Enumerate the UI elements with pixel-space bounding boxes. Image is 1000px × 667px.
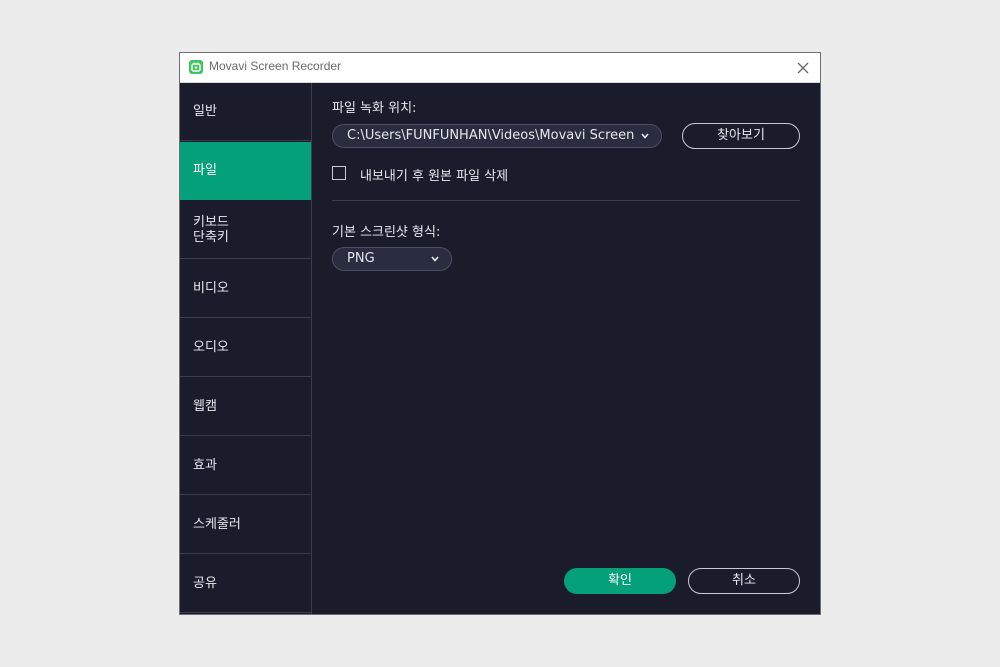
settings-window: Movavi Screen Recorder 일반 파일 키보드 단축키 비디오…: [179, 52, 821, 615]
save-location-label: 파일 녹화 위치:: [332, 101, 417, 116]
sidebar-item-video[interactable]: 비디오: [180, 260, 311, 318]
sidebar-item-label: 파일: [193, 163, 217, 178]
sidebar-item-audio[interactable]: 오디오: [180, 319, 311, 377]
sidebar-item-label: 일반: [193, 104, 217, 119]
section-divider: [332, 200, 800, 201]
settings-sidebar: 일반 파일 키보드 단축키 비디오 오디오 웹캠 효과 스케줄러 공유: [180, 83, 312, 614]
file-settings-panel: 파일 녹화 위치: C:\Users\FUNFUNHAN\Videos\Mova…: [312, 83, 820, 614]
save-location-dropdown[interactable]: C:\Users\FUNFUNHAN\Videos\Movavi Screen …: [332, 124, 662, 148]
sidebar-item-label: 오디오: [193, 340, 229, 355]
app-icon: [189, 60, 203, 74]
close-icon: [797, 62, 809, 74]
sidebar-item-label: 웹캠: [193, 399, 217, 414]
browse-button[interactable]: 찾아보기: [682, 123, 800, 149]
close-button[interactable]: [792, 57, 814, 79]
chevron-down-icon: [431, 256, 439, 262]
sidebar-item-general[interactable]: 일반: [180, 83, 311, 141]
sidebar-item-label: 키보드 단축키: [193, 214, 229, 245]
ok-button[interactable]: 확인: [564, 568, 676, 594]
chevron-down-icon: [641, 133, 649, 139]
sidebar-item-label: 공유: [193, 576, 217, 591]
sidebar-item-effects[interactable]: 효과: [180, 437, 311, 495]
sidebar-item-label: 효과: [193, 458, 217, 473]
window-title: Movavi Screen Recorder: [209, 59, 342, 73]
cancel-button[interactable]: 취소: [688, 568, 800, 594]
sidebar-item-file[interactable]: 파일: [180, 142, 311, 200]
delete-after-export-checkbox[interactable]: [332, 166, 346, 180]
sidebar-item-scheduler[interactable]: 스케줄러: [180, 496, 311, 554]
sidebar-item-label: 스케줄러: [193, 517, 241, 532]
delete-after-export-label: 내보내기 후 원본 파일 삭제: [360, 169, 509, 184]
title-bar: Movavi Screen Recorder: [180, 53, 820, 83]
sidebar-item-sharing[interactable]: 공유: [180, 555, 311, 613]
save-location-value: C:\Users\FUNFUNHAN\Videos\Movavi Screen …: [347, 128, 635, 143]
screenshot-format-label: 기본 스크린샷 형식:: [332, 225, 441, 240]
screenshot-format-value: PNG: [347, 251, 375, 266]
sidebar-item-webcam[interactable]: 웹캠: [180, 378, 311, 436]
sidebar-item-shortcuts[interactable]: 키보드 단축키: [180, 201, 311, 259]
screenshot-format-dropdown[interactable]: PNG: [332, 247, 452, 271]
sidebar-item-label: 비디오: [193, 281, 229, 296]
